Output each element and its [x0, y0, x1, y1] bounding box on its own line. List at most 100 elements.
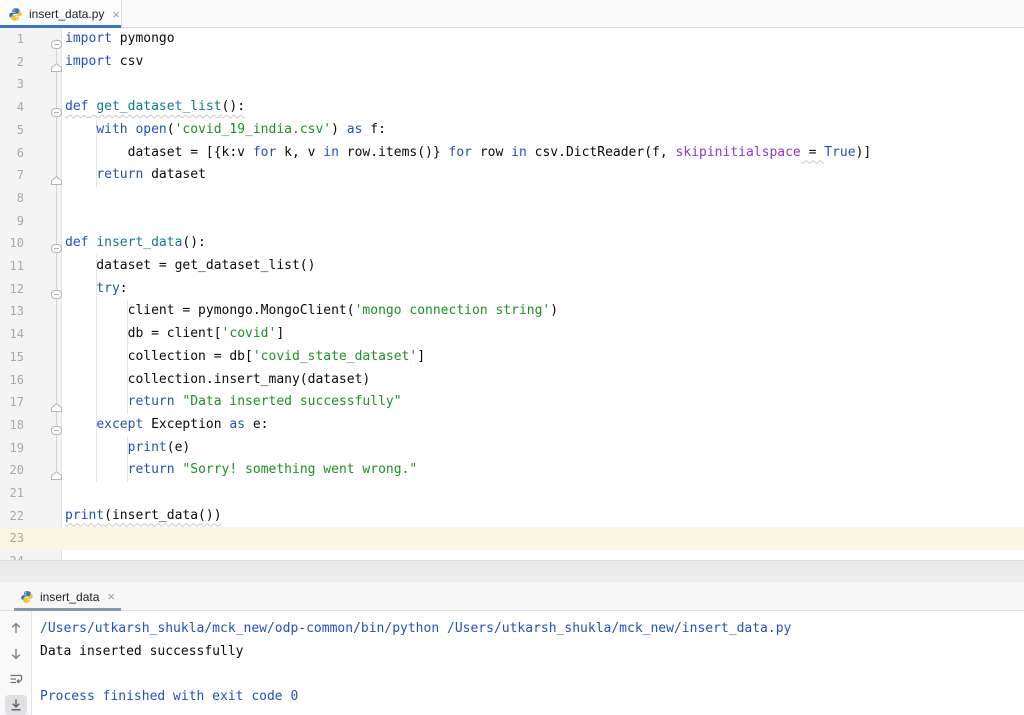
gutter-cell[interactable]: 11 [0, 255, 62, 278]
gutter-cell[interactable]: 24 [0, 550, 62, 560]
code-line[interactable]: 18 except Exception as e: [0, 414, 1024, 437]
line-number[interactable]: 17 [4, 391, 24, 414]
line-number[interactable]: 23 [4, 527, 24, 550]
line-number[interactable]: 20 [4, 459, 24, 482]
code-line[interactable]: 24 [0, 550, 1024, 560]
line-number[interactable]: 11 [4, 255, 24, 278]
fold-marker-icon[interactable] [51, 35, 62, 44]
gutter-cell[interactable]: 3 [0, 73, 62, 96]
line-number[interactable]: 16 [4, 369, 24, 392]
line-number[interactable]: 15 [4, 346, 24, 369]
gutter-cell[interactable]: 19 [0, 437, 62, 460]
code-line[interactable]: 13 client = pymongo.MongoClient('mongo c… [0, 300, 1024, 323]
code-line[interactable]: 6 dataset = [{k:v for k, v in row.items(… [0, 142, 1024, 165]
code-line[interactable]: 14 db = client['covid'] [0, 323, 1024, 346]
code-text [62, 527, 1024, 550]
gutter-cell[interactable]: 14 [0, 323, 62, 346]
close-tab-icon[interactable]: × [112, 8, 120, 21]
gutter-cell[interactable]: 23 [0, 527, 62, 550]
code-text: import csv [62, 51, 1024, 74]
gutter-cell[interactable]: 20 [0, 459, 62, 482]
gutter-cell[interactable]: 13 [0, 300, 62, 323]
python-icon [20, 590, 34, 604]
gutter-cell[interactable]: 5 [0, 119, 62, 142]
line-number[interactable]: 14 [4, 323, 24, 346]
line-number[interactable]: 10 [4, 232, 24, 255]
gutter-cell[interactable]: 6 [0, 142, 62, 165]
code-text: dataset = get_dataset_list() [62, 255, 1024, 278]
code-line[interactable]: 9 [0, 210, 1024, 233]
line-number[interactable]: 2 [4, 51, 24, 74]
gutter-cell[interactable]: 8 [0, 187, 62, 210]
fold-marker-icon[interactable] [51, 239, 62, 248]
code-line[interactable]: 21 [0, 482, 1024, 505]
fold-marker-icon[interactable] [51, 285, 62, 294]
code-line[interactable]: 7 return dataset [0, 164, 1024, 187]
fold-marker-icon[interactable] [51, 398, 62, 407]
code-text: import pymongo [62, 28, 1024, 51]
line-number[interactable]: 5 [4, 119, 24, 142]
line-number[interactable]: 8 [4, 187, 24, 210]
python-icon [8, 7, 23, 22]
gutter-cell[interactable]: 12 [0, 278, 62, 301]
code-line[interactable]: 15 collection = db['covid_state_dataset'… [0, 346, 1024, 369]
code-line[interactable]: 5 with open('covid_19_india.csv') as f: [0, 119, 1024, 142]
gutter-cell[interactable]: 16 [0, 369, 62, 392]
fold-marker-icon[interactable] [51, 421, 62, 430]
code-line[interactable]: 20 return "Sorry! something went wrong." [0, 459, 1024, 482]
code-line[interactable]: 23 [0, 527, 1024, 550]
gutter-cell[interactable]: 22 [0, 505, 62, 528]
scroll-to-end-icon[interactable] [5, 695, 27, 715]
gutter-cell[interactable]: 9 [0, 210, 62, 233]
console-output[interactable]: /Users/utkarsh_shukla/mck_new/odp-common… [32, 611, 1024, 715]
line-number[interactable]: 3 [4, 73, 24, 96]
fold-marker-icon[interactable] [51, 103, 62, 112]
line-number[interactable]: 7 [4, 164, 24, 187]
code-line[interactable]: 2 import csv [0, 51, 1024, 74]
code-line[interactable]: 1 import pymongo [0, 28, 1024, 51]
line-number[interactable]: 6 [4, 142, 24, 165]
code-line[interactable]: 8 [0, 187, 1024, 210]
close-tab-icon[interactable]: × [107, 590, 115, 603]
gutter-cell[interactable]: 21 [0, 482, 62, 505]
gutter-cell[interactable]: 7 [0, 164, 62, 187]
code-line[interactable]: 17 return "Data inserted successfully" [0, 391, 1024, 414]
console-tab-insert-data[interactable]: insert_data × [14, 582, 121, 611]
line-number[interactable]: 21 [4, 482, 24, 505]
line-number[interactable]: 9 [4, 210, 24, 233]
line-number[interactable]: 12 [4, 278, 24, 301]
line-number[interactable]: 19 [4, 437, 24, 460]
editor-console-splitter[interactable] [0, 560, 1024, 582]
code-line[interactable]: 4def get_dataset_list(): [0, 96, 1024, 119]
editor-tab-insert-data-py[interactable]: insert_data.py × [0, 0, 122, 28]
code-line[interactable]: 22print(insert_data()) [0, 505, 1024, 528]
line-number[interactable]: 1 [4, 28, 24, 51]
code-line[interactable]: 3 [0, 73, 1024, 96]
code-line[interactable]: 11 dataset = get_dataset_list() [0, 255, 1024, 278]
fold-marker-icon[interactable] [51, 171, 62, 180]
fold-marker-icon[interactable] [51, 58, 62, 67]
soft-wrap-icon[interactable] [5, 669, 27, 690]
code-line[interactable]: 19 print(e) [0, 437, 1024, 460]
console-toolbar [0, 611, 32, 715]
down-arrow-icon[interactable] [5, 644, 27, 665]
code-line[interactable]: 10def insert_data(): [0, 232, 1024, 255]
gutter-cell[interactable]: 4 [0, 96, 62, 119]
fold-marker-icon[interactable] [51, 466, 62, 475]
code-line[interactable]: 12 try: [0, 278, 1024, 301]
line-number[interactable]: 18 [4, 414, 24, 437]
gutter-cell[interactable]: 15 [0, 346, 62, 369]
line-number[interactable]: 4 [4, 96, 24, 119]
line-number[interactable]: 24 [4, 550, 24, 560]
gutter-cell[interactable]: 1 [0, 28, 62, 51]
code-editor[interactable]: 1 import pymongo 2 import csv 34def get_data… [0, 28, 1024, 560]
gutter-cell[interactable]: 10 [0, 232, 62, 255]
run-console: /Users/utkarsh_shukla/mck_new/odp-common… [0, 611, 1024, 715]
up-arrow-icon[interactable] [5, 618, 27, 639]
gutter-cell[interactable]: 18 [0, 414, 62, 437]
code-line[interactable]: 16 collection.insert_many(dataset) [0, 369, 1024, 392]
line-number[interactable]: 22 [4, 505, 24, 528]
gutter-cell[interactable]: 17 [0, 391, 62, 414]
gutter-cell[interactable]: 2 [0, 51, 62, 74]
line-number[interactable]: 13 [4, 300, 24, 323]
